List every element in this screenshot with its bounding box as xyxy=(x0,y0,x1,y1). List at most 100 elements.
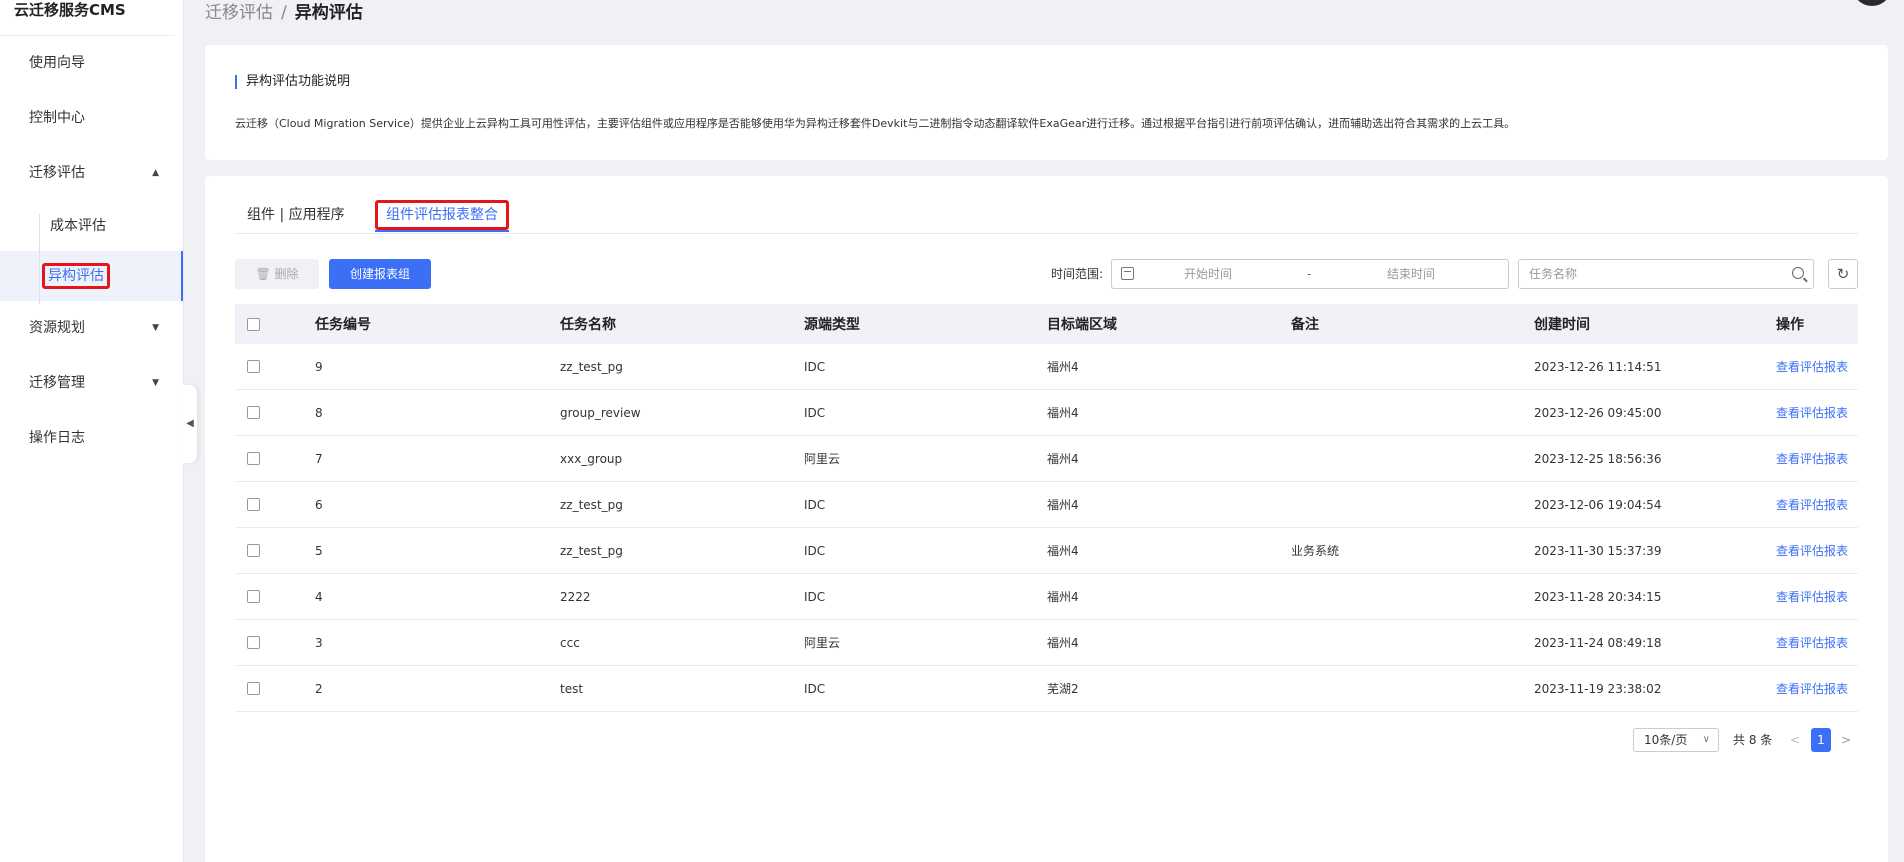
checkbox-box xyxy=(247,360,260,373)
cell-target-region: 福州4 xyxy=(1047,636,1079,650)
cell-target-region: 福州4 xyxy=(1047,544,1079,558)
refresh-button[interactable]: ↻ xyxy=(1828,259,1858,289)
sidebar-item-label: 控制中心 xyxy=(29,110,85,126)
cell-task-id: 6 xyxy=(315,497,323,512)
view-report-link[interactable]: 查看评估报表 xyxy=(1776,390,1848,435)
select-all-checkbox[interactable] xyxy=(247,304,260,344)
row-checkbox[interactable] xyxy=(247,436,260,481)
sidebar-item-resource-planning[interactable]: 资源规划 ▼ xyxy=(0,301,183,356)
header-task-name: 任务名称 xyxy=(560,317,616,333)
row-checkbox[interactable] xyxy=(247,390,260,435)
row-checkbox[interactable] xyxy=(247,666,260,711)
description-text: 云迁移（Cloud Migration Service）提供企业上云异构工具可用… xyxy=(235,117,1516,130)
cell-note: 业务系统 xyxy=(1291,544,1340,558)
sidebar-subitem-label: 异构评估 xyxy=(42,263,110,289)
view-report-link[interactable]: 查看评估报表 xyxy=(1776,620,1848,665)
table-row: 8 group_review IDC 福州4 2023-12-26 09:45:00 查看… xyxy=(235,390,1858,436)
sidebar-item-migration-management[interactable]: 迁移管理 ▼ xyxy=(0,356,183,411)
cell-task-name: zz_test_pg xyxy=(560,359,623,374)
cell-source-type: IDC xyxy=(804,405,826,420)
sidebar-item-guide[interactable]: 使用向导 xyxy=(0,36,183,91)
sidebar-subitem-heterogeneous-assessment[interactable]: 异构评估 xyxy=(0,251,183,301)
header-note: 备注 xyxy=(1291,317,1319,333)
checkbox-box xyxy=(247,590,260,603)
cell-task-id: 4 xyxy=(315,589,323,604)
view-report-link[interactable]: 查看评估报表 xyxy=(1776,344,1848,389)
chevron-down-icon: ▼ xyxy=(152,378,159,388)
checkbox-box xyxy=(247,682,260,695)
sidebar-item-operation-log[interactable]: 操作日志 xyxy=(0,411,183,466)
cell-task-id: 8 xyxy=(315,405,323,420)
next-page-button[interactable]: > xyxy=(1841,728,1851,752)
sidebar-subitem-cost-assessment[interactable]: 成本评估 xyxy=(0,201,183,251)
sidebar-item-migration-assessment[interactable]: 迁移评估 ▲ xyxy=(0,146,183,201)
cell-create-time: 2023-12-26 09:45:00 xyxy=(1534,405,1662,420)
sidebar-menu: 使用向导 控制中心 迁移评估 ▲ 成本评估 异构评估 资源规划 ▼ 迁移管理 ▼ 操作… xyxy=(0,36,183,466)
checkbox-box xyxy=(247,544,260,557)
cell-task-name: zz_test_pg xyxy=(560,497,623,512)
view-report-link[interactable]: 查看评估报表 xyxy=(1776,482,1848,527)
sidebar-item-control-center[interactable]: 控制中心 xyxy=(0,91,183,146)
cell-task-id: 3 xyxy=(315,635,323,650)
cell-create-time: 2023-12-25 18:56:36 xyxy=(1534,451,1662,466)
sidebar-item-label: 资源规划 xyxy=(29,320,85,336)
tab-report-integration[interactable]: 组件评估报表整合 xyxy=(375,198,509,232)
avatar[interactable] xyxy=(1852,0,1892,6)
cell-task-id: 5 xyxy=(315,543,323,558)
task-name-search-input[interactable]: 任务名称 xyxy=(1518,259,1814,289)
table-body: 9 zz_test_pg IDC 福州4 2023-12-26 11:14:51 查看评估… xyxy=(235,344,1858,712)
view-report-link[interactable]: 查看评估报表 xyxy=(1776,666,1848,711)
sidebar-item-label: 使用向导 xyxy=(29,55,85,71)
row-checkbox[interactable] xyxy=(247,620,260,665)
table-row: 4 2222 IDC 福州4 2023-11-28 20:34:15 查看评估报表 xyxy=(235,574,1858,620)
delete-label: 删除 xyxy=(274,267,299,281)
delete-button[interactable]: 🗑 删除 xyxy=(235,259,319,289)
cell-create-time: 2023-11-30 15:37:39 xyxy=(1534,543,1662,558)
table-row: 6 zz_test_pg IDC 福州4 2023-12-06 19:04:54 查看评估… xyxy=(235,482,1858,528)
page-size-value: 10条/页 xyxy=(1644,733,1688,747)
cell-task-id: 9 xyxy=(315,359,323,374)
cell-create-time: 2023-11-28 20:34:15 xyxy=(1534,589,1662,604)
cell-task-name: zz_test_pg xyxy=(560,543,623,558)
view-report-link[interactable]: 查看评估报表 xyxy=(1776,436,1848,481)
sidebar-item-label: 迁移评估 xyxy=(29,165,85,181)
table-row: 7 xxx_group 阿里云 福州4 2023-12-25 18:56:36 查看评估报… xyxy=(235,436,1858,482)
sidebar-collapse-button[interactable]: ◀ xyxy=(183,385,197,463)
cell-task-name: 2222 xyxy=(560,589,591,604)
cell-create-time: 2023-12-26 11:14:51 xyxy=(1534,359,1662,374)
cell-task-id: 7 xyxy=(315,451,323,466)
cell-source-type: IDC xyxy=(804,589,826,604)
start-time-input[interactable]: 开始时间 xyxy=(1184,260,1232,288)
table-row: 2 test IDC 芜湖2 2023-11-19 23:38:02 查看评估报表 xyxy=(235,666,1858,712)
cell-target-region: 福州4 xyxy=(1047,360,1079,374)
tab-component-application[interactable]: 组件 | 应用程序 xyxy=(247,198,345,232)
row-checkbox[interactable] xyxy=(247,344,260,389)
table-row: 5 zz_test_pg IDC 福州4 业务系统 2023-11-30 15:37:39… xyxy=(235,528,1858,574)
sidebar-item-label: 迁移管理 xyxy=(29,375,85,391)
create-report-group-button[interactable]: 创建报表组 xyxy=(329,259,431,289)
prev-page-button[interactable]: < xyxy=(1790,728,1800,752)
page-number-1[interactable]: 1 xyxy=(1811,728,1831,752)
page-size-select[interactable]: 10条/页 ∨ xyxy=(1633,728,1719,752)
row-checkbox[interactable] xyxy=(247,574,260,619)
trash-icon: 🗑 xyxy=(255,267,271,281)
submenu-divider xyxy=(39,214,40,304)
row-checkbox[interactable] xyxy=(247,482,260,527)
breadcrumb-parent[interactable]: 迁移评估 xyxy=(205,3,273,23)
row-checkbox[interactable] xyxy=(247,528,260,573)
view-report-link[interactable]: 查看评估报表 xyxy=(1776,574,1848,619)
header-target-region: 目标端区域 xyxy=(1047,317,1117,333)
checkbox-box xyxy=(247,452,260,465)
cell-source-type: IDC xyxy=(804,543,826,558)
cell-task-name: xxx_group xyxy=(560,451,623,466)
view-report-link[interactable]: 查看评估报表 xyxy=(1776,528,1848,573)
sidebar-subitem-label: 成本评估 xyxy=(50,218,106,234)
table-header: 任务编号 任务名称 源端类型 目标端区域 备注 创建时间 操作 xyxy=(235,304,1858,344)
cell-source-type: 阿里云 xyxy=(804,452,841,466)
end-time-input[interactable]: 结束时间 xyxy=(1387,260,1435,288)
search-icon[interactable] xyxy=(1792,267,1804,279)
date-range-picker[interactable]: 开始时间 - 结束时间 xyxy=(1111,259,1509,289)
sidebar: 云迁移服务CMS 使用向导 控制中心 迁移评估 ▲ 成本评估 异构评估 资源规划 ▼… xyxy=(0,0,184,862)
sidebar-item-label: 操作日志 xyxy=(29,430,85,446)
description-title: 异构评估功能说明 xyxy=(235,75,350,89)
